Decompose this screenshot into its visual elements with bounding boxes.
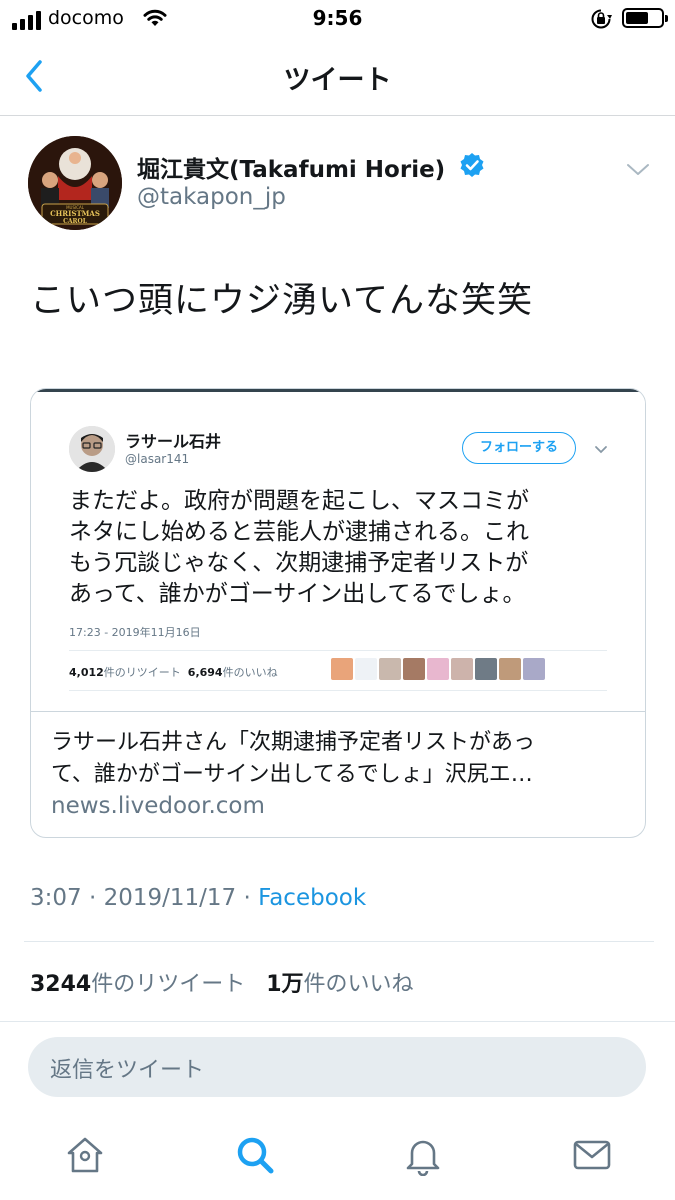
tab-search[interactable] xyxy=(234,1134,276,1176)
embedded-divider xyxy=(69,690,607,691)
author-display-name[interactable]: 堀江貴文(Takafumi Horie) xyxy=(137,150,445,184)
battery-icon xyxy=(622,8,668,28)
reply-placeholder: 返信をツイート xyxy=(50,1058,205,1083)
card-title-line: ラサール石井さん「次期逮捕予定者リストがあっ xyxy=(51,730,536,755)
embedded-line: まただよ。政府が問題を起こし、マスコミが xyxy=(69,488,529,514)
status-bar: docomo 9:56 xyxy=(0,0,675,38)
divider xyxy=(24,941,654,942)
embedded-retweet-count: 4,012 xyxy=(69,666,104,679)
tab-messages[interactable] xyxy=(571,1134,613,1176)
reply-input[interactable]: 返信をツイート xyxy=(28,1037,646,1097)
tab-home[interactable] xyxy=(64,1134,106,1176)
verified-badge-icon xyxy=(460,153,484,177)
avatar-text-3: CAROL xyxy=(63,218,88,225)
tweet-timestamp: 3:07 · 2019/11/17 · Facebook xyxy=(30,885,366,911)
tweet-text: こいつ頭にウジ湧いてんな笑笑 xyxy=(30,281,533,321)
author-handle[interactable]: @takapon_jp xyxy=(137,184,286,210)
chevron-down-icon xyxy=(627,164,649,175)
embedded-stats: 4,012件のリツイート 6,694件のいいね xyxy=(69,664,278,680)
engagement-counts: 3244件のリツイート 1万件のいいね xyxy=(30,966,414,998)
avatar-image: MUSICAL CHRISTMAS CAROL xyxy=(28,136,122,230)
embedded-like-count: 6,694 xyxy=(187,666,223,679)
rotation-lock-icon xyxy=(591,9,612,29)
source-link[interactable]: Facebook xyxy=(258,885,366,911)
timestamp-text: 3:07 · 2019/11/17 · xyxy=(30,885,259,911)
more-options-button[interactable] xyxy=(624,158,652,180)
link-card[interactable]: ラサール石井 @lasar141 フォローする まただよ。政府が問題を起こし、マ… xyxy=(30,388,646,838)
page-title: ツイート xyxy=(283,65,392,96)
embedded-line: あって、誰かがゴーサイン出してるでしょ。 xyxy=(69,581,526,607)
navigation-bar: ツイート xyxy=(0,38,675,116)
embedded-author-name: ラサール石井 xyxy=(125,432,222,451)
embedded-timestamp: 17:23 - 2019年11月16日 xyxy=(69,626,201,639)
embedded-line: もう冗談じゃなく、次期逮捕予定者リストが xyxy=(69,550,529,576)
search-icon xyxy=(237,1137,274,1174)
envelope-icon xyxy=(573,1140,611,1170)
tab-notifications[interactable] xyxy=(402,1134,444,1177)
retweet-label: 件のリツイート xyxy=(91,972,246,997)
card-domain: news.livedoor.com xyxy=(51,793,265,819)
like-label: 件のいいね xyxy=(303,972,414,997)
author-avatar[interactable]: MUSICAL CHRISTMAS CAROL xyxy=(28,136,122,230)
card-image: ラサール石井 @lasar141 フォローする まただよ。政府が問題を起こし、マ… xyxy=(31,389,645,711)
embedded-tweet-text: まただよ。政府が問題を起こし、マスコミが ネタにし始めると芸能人が逮捕される。こ… xyxy=(69,486,629,610)
like-count: 1万 xyxy=(266,972,304,997)
embedded-avatar xyxy=(69,426,115,472)
clock: 9:56 xyxy=(312,6,363,30)
embedded-chevron-down-icon xyxy=(595,446,607,454)
embedded-line: ネタにし始めると芸能人が逮捕される。これ xyxy=(69,519,529,545)
embedded-retweet-label: 件のリツイート xyxy=(103,666,181,679)
bell-icon xyxy=(406,1140,440,1177)
embedded-like-label: 件のいいね xyxy=(222,666,278,679)
likes-link[interactable]: 1万件のいいね xyxy=(266,972,413,997)
avatar-text-2: CHRISTMAS xyxy=(50,209,100,218)
home-icon xyxy=(67,1137,103,1173)
embedded-follow-button: フォローする xyxy=(462,432,576,464)
divider xyxy=(0,1021,675,1022)
embedded-liker-avatars xyxy=(331,658,545,680)
card-title-line: て、誰かがゴーサイン出してるでしょ」沢尻エ… xyxy=(51,762,533,787)
card-divider xyxy=(31,711,645,712)
embedded-author-handle: @lasar141 xyxy=(125,452,190,466)
retweet-count: 3244 xyxy=(30,972,92,997)
embedded-divider xyxy=(69,650,607,651)
card-title: ラサール石井さん「次期逮捕予定者リストがあっ て、誰かがゴーサイン出してるでしょ… xyxy=(51,727,631,791)
retweets-link[interactable]: 3244件のリツイート xyxy=(30,972,245,997)
